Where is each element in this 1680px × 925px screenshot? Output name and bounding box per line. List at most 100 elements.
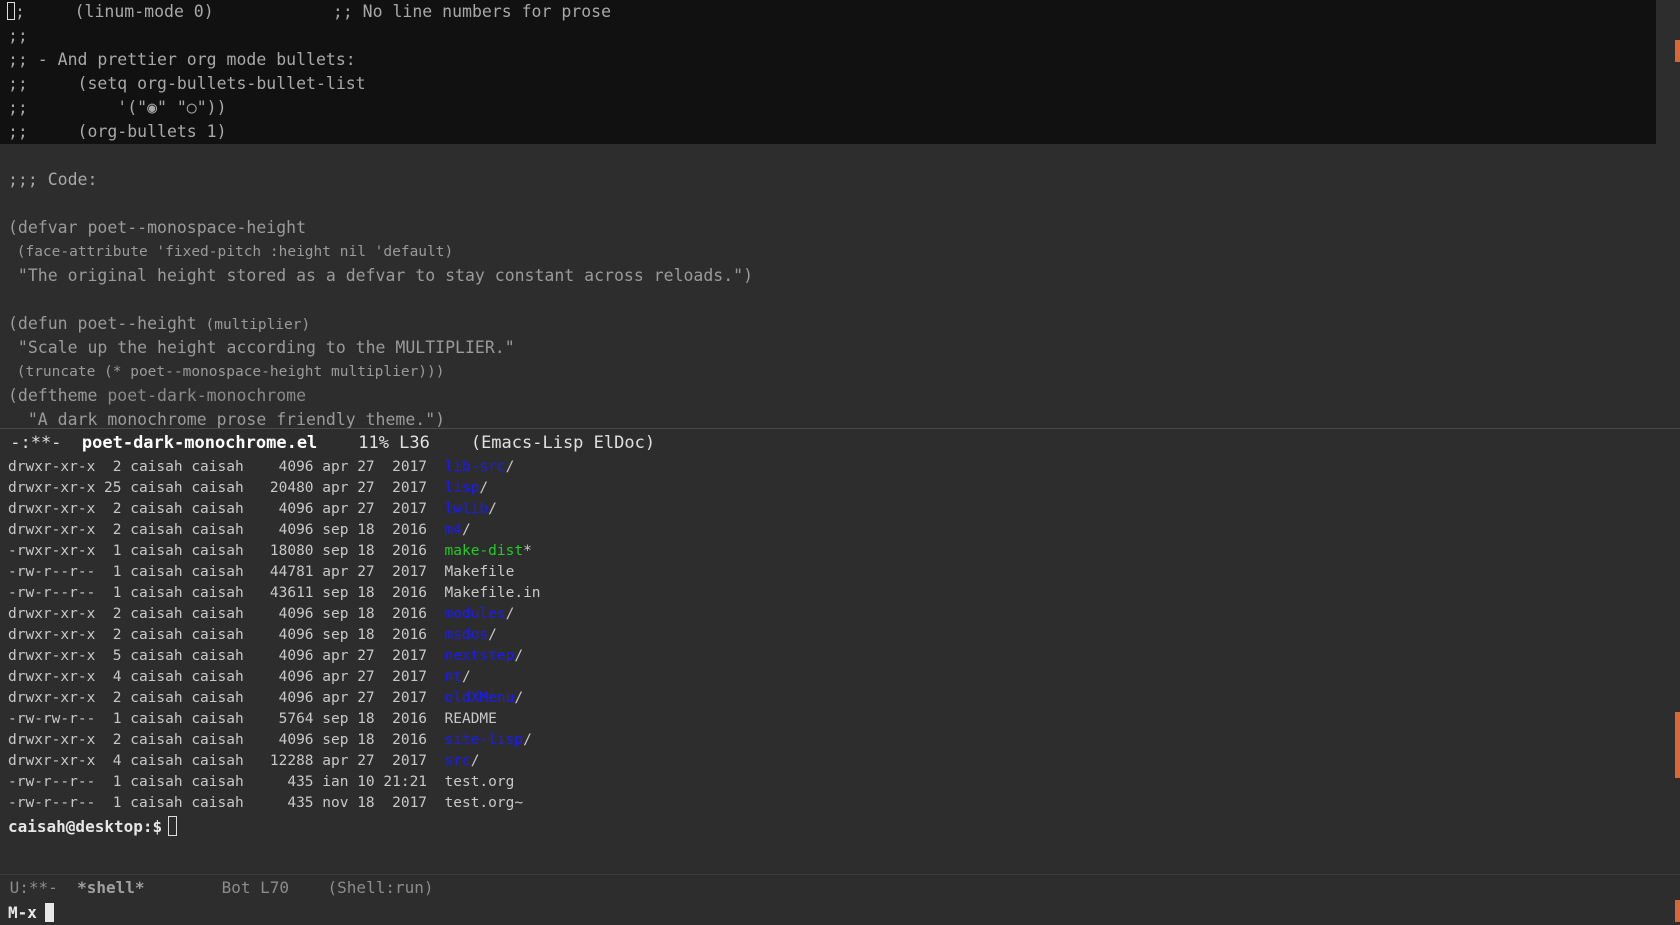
file-name[interactable]: test.org~	[445, 795, 524, 811]
directory-name[interactable]: m4	[445, 522, 462, 538]
code-line: ;; '("◉" "○"))	[8, 98, 227, 117]
major-mode[interactable]: (Shell:run)	[328, 878, 434, 897]
file-metadata: drwxr-xr-x 2 caisah caisah 4096 sep 18 2…	[8, 627, 445, 643]
deftheme-keyword: (deftheme	[8, 386, 98, 405]
file-metadata: drwxr-xr-x 2 caisah caisah 4096 apr 27 2…	[8, 501, 445, 517]
code-line: (face-attribute 'fixed-pitch :height nil…	[8, 244, 454, 260]
shell-scroll-indicator[interactable]	[1675, 712, 1680, 778]
file-name[interactable]: README	[445, 711, 497, 727]
listing-row: -rw-rw-r-- 1 caisah caisah 5764 sep 18 2…	[0, 709, 1680, 730]
buffer-name[interactable]: *shell*	[77, 878, 144, 897]
directory-name[interactable]: lisp	[445, 480, 480, 496]
directory-name[interactable]: src	[445, 753, 471, 769]
file-metadata: -rw-r--r-- 1 caisah caisah 435 ian 10 21…	[8, 774, 445, 790]
listing-row: -rwxr-xr-x 1 caisah caisah 18080 sep 18 …	[0, 541, 1680, 562]
code-line: ; (linum-mode 0) ;; No line numbers for …	[0, 0, 1656, 24]
editor-mode-line[interactable]: -:**- poet-dark-monochrome.el 11% L36 (E…	[0, 428, 1680, 457]
file-metadata: -rw-r--r-- 1 caisah caisah 435 nov 18 20…	[8, 795, 445, 811]
buffer-position: Bot L70	[144, 878, 328, 897]
buffer-position: 11% L36	[317, 433, 471, 453]
comment-block: ; (linum-mode 0) ;; No line numbers for …	[0, 0, 1656, 144]
file-metadata: drwxr-xr-x 2 caisah caisah 4096 sep 18 2…	[8, 732, 445, 748]
file-metadata: drwxr-xr-x 2 caisah caisah 4096 apr 27 2…	[8, 459, 445, 475]
directory-name[interactable]: nt	[445, 669, 462, 685]
file-name[interactable]: Makefile.in	[445, 585, 541, 601]
code-line: (defvar poet--monospace-height	[8, 218, 307, 237]
modified-status: U:**-	[0, 878, 78, 897]
minibuffer[interactable]: M-x	[0, 900, 1680, 925]
defun-name: (defun poet--height	[8, 314, 197, 333]
text-cursor	[7, 2, 15, 20]
code-line: ;;; Code:	[8, 170, 98, 189]
code-line: "The original height stored as a defvar …	[8, 266, 754, 285]
file-type-suffix: /	[461, 669, 471, 685]
listing-row: drwxr-xr-x 2 caisah caisah 4096 apr 27 2…	[0, 688, 1680, 709]
text-cursor	[168, 816, 178, 836]
buffer-name[interactable]: poet-dark-monochrome.el	[82, 433, 317, 453]
file-type-suffix: /	[514, 690, 524, 706]
directory-name[interactable]: site-lisp	[445, 732, 524, 748]
file-type-suffix: /	[488, 501, 497, 517]
listing-row: drwxr-xr-x 2 caisah caisah 4096 apr 27 2…	[0, 457, 1680, 478]
directory-name[interactable]: oldXMenu	[445, 690, 515, 706]
directory-name[interactable]: lib-src	[445, 459, 506, 475]
listing-row: -rw-r--r-- 1 caisah caisah 435 ian 10 21…	[0, 772, 1680, 793]
shell-prompt-line[interactable]: caisah@desktop:$	[0, 814, 1680, 840]
shell-window[interactable]: drwxr-xr-x 2 caisah caisah 4096 apr 27 2…	[0, 457, 1680, 874]
editor-window[interactable]: ; (linum-mode 0) ;; No line numbers for …	[0, 0, 1680, 429]
shell-prompt: caisah@desktop:$	[8, 817, 163, 836]
major-mode[interactable]: (Emacs-Lisp ElDoc)	[471, 433, 655, 453]
file-type-suffix: /	[488, 627, 497, 643]
listing-row: drwxr-xr-x 2 caisah caisah 4096 sep 18 2…	[0, 604, 1680, 625]
file-metadata: drwxr-xr-x 4 caisah caisah 4096 apr 27 2…	[8, 669, 445, 685]
file-type-suffix: /	[470, 753, 480, 769]
file-name[interactable]: Makefile	[445, 564, 515, 580]
listing-row: drwxr-xr-x 2 caisah caisah 4096 sep 18 2…	[0, 520, 1680, 541]
file-metadata: -rw-rw-r-- 1 caisah caisah 5764 sep 18 2…	[8, 711, 445, 727]
defun-args: (multiplier)	[196, 317, 311, 333]
file-metadata: -rwxr-xr-x 1 caisah caisah 18080 sep 18 …	[8, 543, 445, 559]
file-type-suffix: /	[505, 606, 515, 622]
file-metadata: drwxr-xr-x 5 caisah caisah 4096 apr 27 2…	[8, 648, 445, 664]
file-type-suffix: /	[514, 648, 524, 664]
file-type-suffix: /	[461, 522, 471, 538]
file-name[interactable]: make-dist	[445, 543, 524, 559]
directory-name[interactable]: modules	[445, 606, 506, 622]
directory-listing: drwxr-xr-x 2 caisah caisah 4096 apr 27 2…	[0, 457, 1680, 814]
code-line: ;;	[8, 26, 28, 45]
code-line: (truncate (* poet--monospace-height mult…	[8, 364, 445, 380]
editor-scroll-indicator[interactable]	[1675, 40, 1680, 62]
file-type-suffix: *	[523, 543, 532, 559]
directory-name[interactable]: nextstep	[445, 648, 515, 664]
shell-mode-line[interactable]: U:**- *shell* Bot L70 (Shell:run)	[0, 874, 1680, 901]
listing-row: -rw-r--r-- 1 caisah caisah 43611 sep 18 …	[0, 583, 1680, 604]
file-type-suffix: /	[479, 480, 489, 496]
listing-row: drwxr-xr-x 4 caisah caisah 12288 apr 27 …	[0, 751, 1680, 772]
file-type-suffix: /	[505, 459, 515, 475]
code-line: (defun poet--height (multiplier)	[0, 312, 1680, 336]
modified-status: -:**-	[0, 433, 82, 453]
code-line: "Scale up the height according to the MU…	[8, 338, 515, 357]
listing-row: drwxr-xr-x 5 caisah caisah 4096 apr 27 2…	[0, 646, 1680, 667]
listing-row: drwxr-xr-x 2 caisah caisah 4096 sep 18 2…	[0, 625, 1680, 646]
file-metadata: drwxr-xr-x 2 caisah caisah 4096 sep 18 2…	[8, 522, 445, 538]
file-type-suffix: /	[523, 732, 532, 748]
minibuffer-scroll-indicator[interactable]	[1675, 900, 1680, 922]
listing-row: drwxr-xr-x 2 caisah caisah 4096 sep 18 2…	[0, 730, 1680, 751]
code-line: ;; (org-bullets 1)	[8, 122, 227, 141]
file-metadata: drwxr-xr-x 4 caisah caisah 12288 apr 27 …	[8, 753, 445, 769]
file-name[interactable]: test.org	[445, 774, 515, 790]
file-metadata: -rw-r--r-- 1 caisah caisah 43611 sep 18 …	[8, 585, 445, 601]
code-line: (deftheme poet-dark-monochrome	[0, 384, 1680, 408]
directory-name[interactable]: lwlib	[445, 501, 489, 517]
text-cursor	[44, 903, 54, 922]
listing-row: drwxr-xr-x 4 caisah caisah 4096 apr 27 2…	[0, 667, 1680, 688]
deftheme-name: poet-dark-monochrome	[97, 386, 307, 405]
listing-row: drwxr-xr-x 2 caisah caisah 4096 apr 27 2…	[0, 499, 1680, 520]
file-metadata: -rw-r--r-- 1 caisah caisah 44781 apr 27 …	[8, 564, 445, 580]
directory-name[interactable]: msdos	[445, 627, 489, 643]
file-metadata: drwxr-xr-x 25 caisah caisah 20480 apr 27…	[8, 480, 445, 496]
